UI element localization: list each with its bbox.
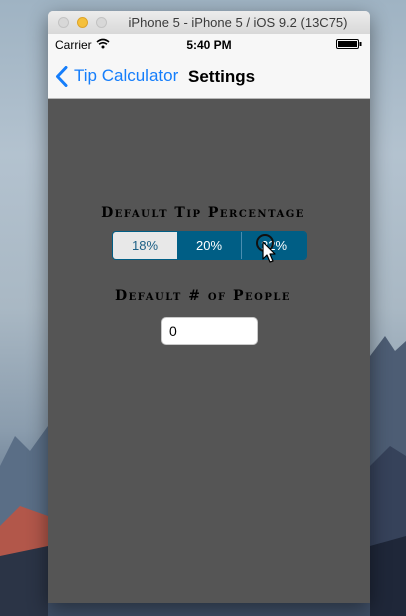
minimize-window-button[interactable] xyxy=(77,17,88,28)
battery-icon xyxy=(336,39,362,49)
chevron-left-icon xyxy=(56,65,68,87)
status-bar: Carrier 5:40 PM xyxy=(48,34,370,54)
back-button[interactable]: Tip Calculator xyxy=(55,64,178,88)
navigation-bar: Tip Calculator Settings xyxy=(48,54,370,98)
tip-option-18[interactable]: 18% xyxy=(113,232,177,259)
window-title: iPhone 5 - iPhone 5 / iOS 9.2 (13C75) xyxy=(128,15,348,30)
default-tip-label: Default Tip Percentage xyxy=(101,205,305,221)
tip-option-22[interactable]: 22% xyxy=(241,232,306,259)
default-people-input[interactable] xyxy=(161,317,258,345)
status-time: 5:40 PM xyxy=(186,38,232,52)
back-button-label: Tip Calculator xyxy=(74,66,179,85)
page-title: Settings xyxy=(188,67,256,86)
simulator-window: iPhone 5 - iPhone 5 / iOS 9.2 (13C75) Ca… xyxy=(48,11,370,603)
default-people-label: Default # of People xyxy=(114,288,292,304)
navigation-area: Carrier 5:40 PM Tip Calculator Settings xyxy=(48,34,370,99)
window-titlebar[interactable]: iPhone 5 - iPhone 5 / iOS 9.2 (13C75) xyxy=(48,11,370,35)
tip-option-20[interactable]: 20% xyxy=(177,232,241,259)
tip-percentage-segmented-control[interactable]: 18% 20% 22% xyxy=(112,231,307,260)
close-window-button[interactable] xyxy=(58,17,69,28)
zoom-window-button[interactable] xyxy=(96,17,107,28)
